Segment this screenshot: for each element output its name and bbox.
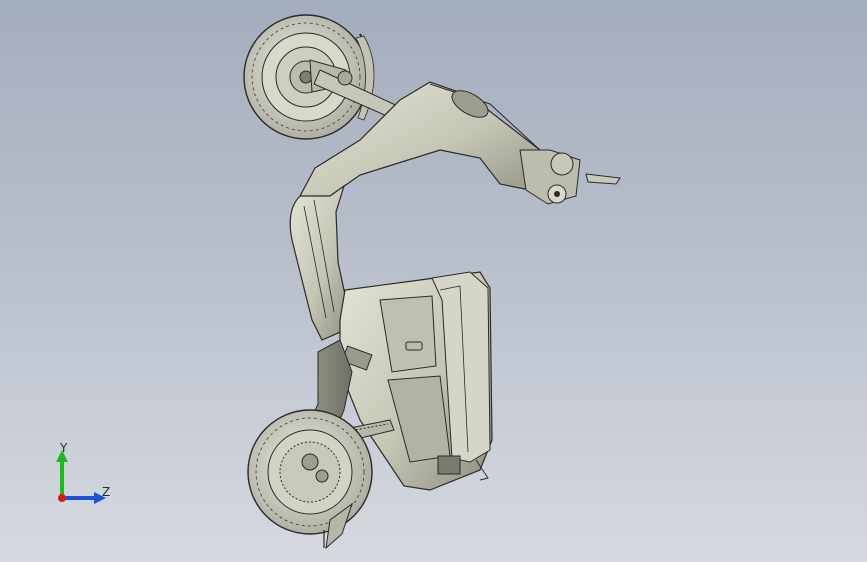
orientation-triad: Y Z [56, 441, 110, 504]
scooter-3d-model[interactable] [0, 0, 867, 562]
z-axis-label: Z [102, 485, 110, 499]
front-wheel[interactable] [243, 14, 375, 140]
handlebar[interactable] [519, 149, 621, 205]
y-axis-label: Y [59, 441, 68, 455]
rear-wheel[interactable] [247, 409, 373, 550]
graphics-viewport[interactable]: Y Z [0, 0, 867, 562]
